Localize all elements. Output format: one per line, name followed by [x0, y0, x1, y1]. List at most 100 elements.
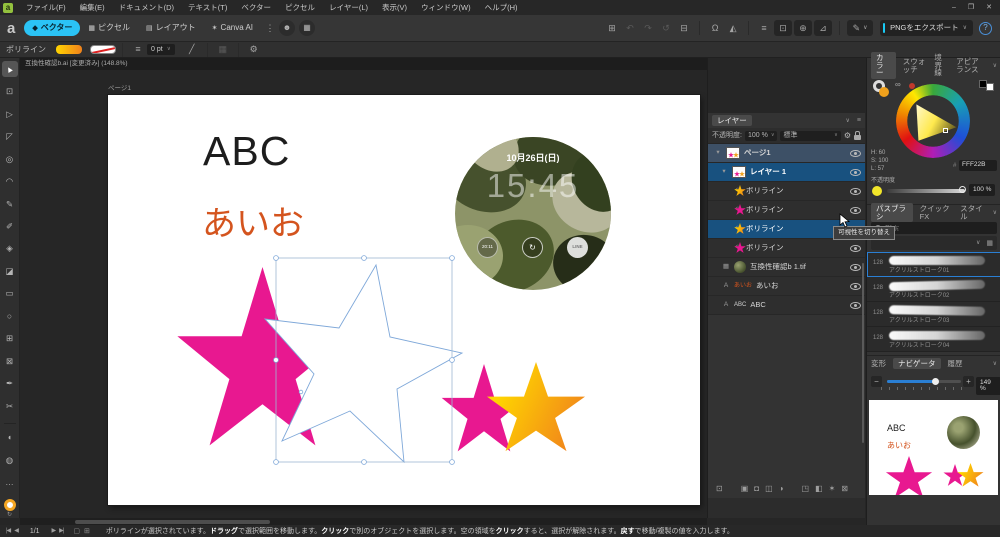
toolbar-overflow-icon[interactable]: ⋮	[261, 20, 279, 36]
brush-item-2[interactable]: 128 アクリルストローク02	[867, 277, 1000, 302]
fill-swatch[interactable]	[56, 45, 82, 54]
layer-row-page1[interactable]: ▾ ページ1	[708, 144, 865, 163]
persona-vector[interactable]: ◆ ベクター	[24, 20, 80, 36]
snapping-icon[interactable]: Ω	[706, 20, 724, 36]
expander-icon[interactable]: ▾	[714, 150, 722, 157]
history-icon[interactable]: ↺	[657, 20, 675, 36]
persona-pixel[interactable]: ▦ ピクセル	[80, 20, 138, 36]
contour-tool[interactable]: ◎	[2, 151, 18, 167]
visibility-eye-icon[interactable]	[850, 207, 861, 214]
edit-all-layers-icon[interactable]: ⊡	[716, 485, 723, 493]
new-layer-icon[interactable]: ✶	[829, 485, 836, 493]
mesh-warp-tool[interactable]: ⊞	[2, 331, 18, 347]
lock-icon[interactable]	[854, 135, 861, 140]
studio-presets-icon[interactable]: ▦	[299, 20, 315, 36]
brush-item-4[interactable]: 128 アクリルストローク04	[867, 327, 1000, 352]
zoom-in-button[interactable]: +	[963, 376, 974, 387]
stroke-width-select[interactable]: 0 pt ∨	[147, 44, 175, 55]
help-button[interactable]: ?	[979, 22, 992, 35]
delete-layer-icon[interactable]: ⊠	[841, 485, 848, 493]
mask-layer-icon[interactable]: ◘	[754, 485, 759, 493]
first-page-button[interactable]: |◀	[6, 528, 10, 534]
tab-navigator[interactable]: ナビゲータ	[893, 358, 941, 370]
hex-input[interactable]: FFF22B	[959, 160, 997, 171]
menu-vector[interactable]: ベクター	[234, 0, 278, 15]
tab-layers[interactable]: レイヤー	[712, 115, 752, 127]
ellipse-tool[interactable]: ○	[2, 308, 18, 324]
last-page-button[interactable]: ▶|	[59, 528, 63, 534]
stroke-options-icon[interactable]: ▦	[214, 42, 232, 58]
visibility-eye-icon[interactable]	[850, 188, 861, 195]
menu-view[interactable]: 表示(V)	[375, 0, 414, 15]
scale-mode-icon[interactable]: ⊿	[814, 20, 832, 36]
assistant-button[interactable]: ✎ ∨	[847, 20, 873, 36]
blend-options-gear-icon[interactable]: ⚙	[844, 132, 851, 140]
next-page-button[interactable]: ▶	[52, 528, 56, 534]
point-transform-tool[interactable]: ⊡	[2, 83, 18, 99]
zoom-out-button[interactable]: −	[871, 376, 882, 387]
window-close-icon[interactable]: ✕	[986, 4, 992, 11]
white-swatch[interactable]	[986, 83, 994, 91]
alignment-icon[interactable]: ≡	[755, 20, 773, 36]
share-account-icon[interactable]: ☻	[279, 20, 295, 36]
opacity-value[interactable]: 100 %	[969, 184, 995, 196]
marquee-select-tool[interactable]: ◸	[2, 128, 18, 144]
menu-help[interactable]: ヘルプ(H)	[478, 0, 525, 15]
visibility-eye-icon[interactable]	[850, 150, 861, 157]
pen-tool[interactable]: ✒	[2, 376, 18, 392]
zoom-percentage[interactable]: 149 %	[976, 377, 1000, 395]
more-tools-button[interactable]: …	[2, 474, 18, 490]
panel-menu-icon[interactable]: ≡	[857, 117, 861, 124]
zoom-tool[interactable]: ◍	[2, 452, 18, 468]
mirror-icon[interactable]: ◭	[724, 20, 742, 36]
canvas-area[interactable]: ページ1 ABC あいお 10月26日(日) 15:45 20:11 ↻ LIN…	[20, 70, 707, 518]
brush-item-1[interactable]: 128 アクリルストローク01	[867, 252, 1000, 277]
document-page[interactable]: ABC あいお 10月26日(日) 15:45 20:11 ↻ LINE	[108, 95, 700, 505]
view-tool[interactable]: ◖	[2, 430, 18, 446]
pencil-tool[interactable]: ✎	[2, 196, 18, 212]
horizontal-scrollbar-thumb[interactable]	[75, 520, 270, 524]
expander-icon[interactable]: ▾	[720, 169, 728, 176]
move-tool[interactable]: ▲	[2, 61, 18, 77]
visibility-eye-icon[interactable]	[850, 245, 861, 252]
menu-text[interactable]: テキスト(T)	[181, 0, 234, 15]
visibility-eye-icon[interactable]	[850, 302, 861, 309]
insert-target-icon[interactable]: ⊕	[794, 20, 812, 36]
corner-tool[interactable]: ◠	[2, 173, 18, 189]
big-pink-star-shape[interactable]	[174, 267, 351, 463]
layer-row-text-aio[interactable]: A あいお あいお	[708, 277, 865, 296]
horizontal-scrollbar[interactable]	[20, 518, 707, 525]
page-view-icon[interactable]: ▢	[73, 528, 80, 535]
transparency-tool[interactable]: ◪	[2, 263, 18, 279]
swap-colors-icon[interactable]: ↻	[7, 512, 12, 518]
stroke-swatch[interactable]	[90, 45, 116, 54]
tab-styles[interactable]: スタイル	[960, 205, 985, 220]
zoom-slider-thumb[interactable]	[932, 378, 939, 385]
canvas-text-aio[interactable]: あいお	[202, 207, 304, 241]
opacity-slider[interactable]	[887, 189, 965, 193]
menu-pixel[interactable]: ピクセル	[278, 0, 322, 15]
panel-collapse-icon[interactable]: ∨	[993, 210, 997, 216]
visibility-eye-icon[interactable]	[850, 283, 861, 290]
persona-layout[interactable]: ▤ レイアウト	[138, 20, 204, 36]
panel-collapse-icon[interactable]: ∨	[846, 118, 850, 124]
tab-appearance[interactable]: アピアランス	[956, 58, 985, 73]
menu-document[interactable]: ドキュメント(D)	[112, 0, 181, 15]
transform-mode-icon[interactable]: ⊡	[774, 20, 792, 36]
redo-icon[interactable]: ↷	[639, 20, 657, 36]
insert-inside-icon[interactable]: ◳	[802, 485, 810, 493]
fill-stroke-color-selector[interactable]	[4, 499, 16, 511]
tab-swatches[interactable]: スウォッチ	[903, 58, 928, 73]
tab-quick-fx[interactable]: クイックFX	[920, 205, 954, 220]
panel-collapse-icon[interactable]: ∨	[993, 63, 997, 69]
menu-file[interactable]: ファイル(F)	[19, 0, 73, 15]
prev-page-button[interactable]: ◀	[14, 528, 18, 534]
tab-path-brushes[interactable]: パスブラシ	[871, 203, 913, 222]
menu-edit[interactable]: 編集(E)	[73, 0, 112, 15]
visibility-eye-icon[interactable]	[850, 264, 861, 271]
current-color-swatch[interactable]	[872, 186, 882, 196]
link-colors-icon[interactable]: ∞	[895, 81, 901, 89]
layer-row-polyline-4[interactable]: ◠ ポリライン	[708, 239, 865, 258]
layer-row-image[interactable]: ▦ 互換性確認b 1.tif	[708, 258, 865, 277]
menu-window[interactable]: ウィンドウ(W)	[414, 0, 478, 15]
